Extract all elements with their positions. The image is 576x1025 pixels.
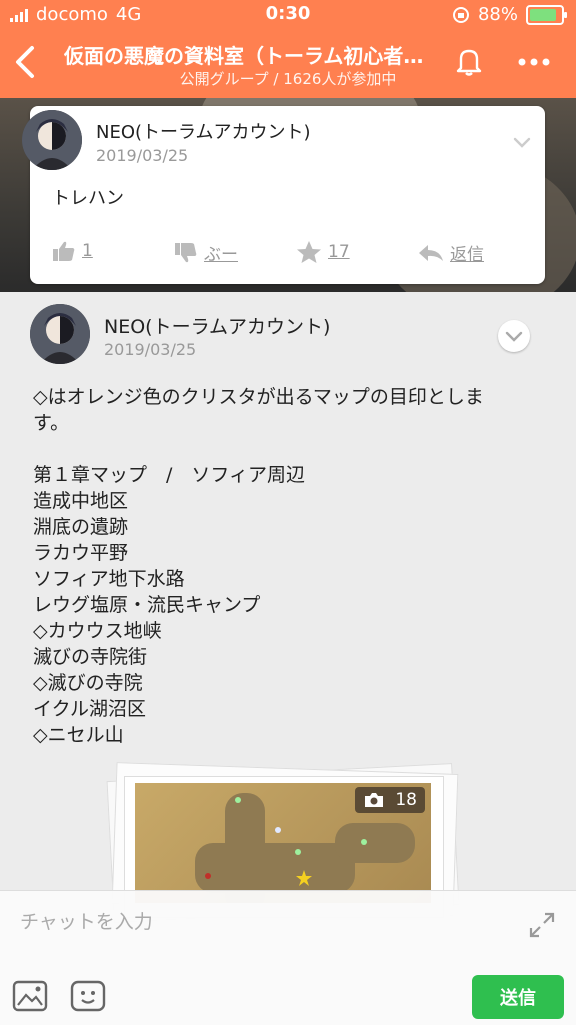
post-line: 第１章マップ / ソフィア周辺 xyxy=(33,464,306,486)
post-line: す。 xyxy=(33,412,70,434)
post-text: トレハン xyxy=(52,188,124,209)
post-line: ◇はオレンジ色のクリスタが出るマップの目印としま xyxy=(33,386,484,408)
group-title[interactable]: 仮面の悪魔の資料室（トーラム初心者… xyxy=(64,40,434,69)
photo-count: 18 xyxy=(395,790,417,810)
dislike-label: ぶー xyxy=(204,245,238,265)
post-line: ◇カウウス地峡 xyxy=(33,620,162,642)
header: 仮面の悪魔の資料室（トーラム初心者… 公開グループ / 1626人が参加中 xyxy=(0,30,576,98)
post-line: ◇滅びの寺院 xyxy=(33,672,143,694)
post-line xyxy=(33,436,533,462)
author-name[interactable]: NEO(トーラムアカウント) xyxy=(104,312,330,339)
battery-icon xyxy=(526,4,567,25)
post-line: イクル湖沼区 xyxy=(33,698,147,720)
chat-input[interactable]: チャットを入力 xyxy=(20,907,153,934)
star-marker-icon xyxy=(296,870,312,886)
post-line: 滅びの寺院街 xyxy=(33,646,148,668)
post-line: 淵底の遺跡 xyxy=(33,516,129,538)
dislike-button[interactable]: ぶー xyxy=(174,240,238,265)
post-line: レウグ塩原・流民キャンプ xyxy=(33,594,261,616)
reply-icon xyxy=(419,244,443,261)
post-date: 2019/03/25 xyxy=(104,340,197,359)
avatar[interactable] xyxy=(22,110,82,170)
star-icon xyxy=(297,241,321,263)
reaction-bar: 1 ぶー 17 返信 xyxy=(52,236,532,272)
chevron-down-icon xyxy=(505,331,523,342)
post-date: 2019/03/25 xyxy=(96,146,189,165)
post-line: 造成中地区 xyxy=(33,490,129,512)
quoted-post-card[interactable]: NEO(トーラムアカウント) 2019/03/25 トレハン 1 ぶー 17 返… xyxy=(22,106,545,284)
avatar[interactable] xyxy=(30,304,90,364)
star-button[interactable]: 17 xyxy=(296,240,350,264)
chevron-down-icon[interactable] xyxy=(508,128,536,156)
image-icon[interactable] xyxy=(12,979,48,1013)
send-button[interactable]: 送信 xyxy=(472,975,564,1019)
photo-album[interactable]: 18 xyxy=(104,762,464,923)
expand-icon[interactable] xyxy=(528,911,556,939)
sticker-icon[interactable] xyxy=(70,979,106,1013)
camera-icon xyxy=(365,793,384,807)
thumbs-down-icon xyxy=(175,242,197,262)
chat-input-bar: チャットを入力 送信 xyxy=(0,890,576,1025)
map-thumbnail[interactable]: 18 xyxy=(135,783,431,903)
post-line: ラカウ平野 xyxy=(33,542,129,564)
reply-button[interactable]: 返信 xyxy=(418,240,484,265)
post-line: ◇ニセル山 xyxy=(33,724,124,746)
author-name[interactable]: NEO(トーラムアカウント) xyxy=(96,118,311,144)
post-line: ソフィア地下水路 xyxy=(33,568,185,590)
post-menu-button[interactable] xyxy=(498,320,530,352)
group-subtitle: 公開グループ / 1626人が参加中 xyxy=(179,70,397,88)
photo-count-badge: 18 xyxy=(355,787,425,813)
status-bar: docomo 4G 0:30 88% xyxy=(0,0,576,30)
thumbs-up-icon xyxy=(53,241,75,261)
more-icon[interactable] xyxy=(514,52,554,72)
bell-icon[interactable] xyxy=(452,44,486,78)
battery-percent: 88% xyxy=(477,4,518,25)
orientation-lock-icon xyxy=(452,6,469,23)
reply-label: 返信 xyxy=(450,245,484,265)
main-post: NEO(トーラムアカウント) 2019/03/25 ◇はオレンジ色のクリスタが出… xyxy=(0,292,576,923)
like-count: 1 xyxy=(82,241,93,261)
like-button[interactable]: 1 xyxy=(52,240,93,262)
star-count: 17 xyxy=(328,242,350,262)
post-body: ◇はオレンジ色のクリスタが出るマップの目印としま す。 第１章マップ / ソフィ… xyxy=(33,384,533,748)
